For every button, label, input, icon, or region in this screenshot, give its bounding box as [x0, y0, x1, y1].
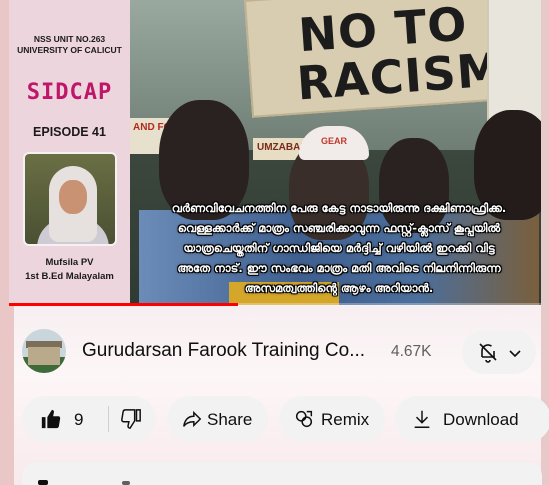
subscriber-count: 4.67K: [391, 343, 432, 360]
cap-text: GEAR: [321, 136, 348, 146]
share-arrow-icon: [183, 410, 202, 428]
org-line1: NSS UNIT NO.263: [33, 34, 106, 44]
like-divider: [108, 406, 109, 432]
thumbs-up-icon[interactable]: [40, 408, 62, 430]
channel-row: Gurudarsan Farook Training Co... 4.67K: [22, 328, 542, 378]
like-count[interactable]: 9: [74, 410, 83, 430]
protest-sign: NO TO RACISM!: [244, 0, 527, 118]
download-label: Download: [443, 410, 519, 429]
video-player[interactable]: NO TO RACISM! AND FOR UMZABALAZO GEAR വർ…: [9, 0, 541, 305]
remix-button[interactable]: Remix: [279, 396, 385, 442]
remix-label: Remix: [321, 410, 370, 429]
presenter-name: Mufsila PV: [45, 257, 94, 268]
video-progress-bar[interactable]: [9, 303, 541, 306]
remix-icon: [295, 410, 313, 428]
caption-line: വർണവിവേചനത്തിന പേരു കേട്ട നാടായിരുന്നു ദ…: [171, 201, 507, 215]
comments-icon: [38, 480, 48, 485]
comments-section[interactable]: [22, 462, 542, 485]
presenter-info: Mufsila PV 1st B.Ed Malayalam: [9, 256, 130, 284]
caption-line: അസമത്വത്തിന്റെ ആഴം അറിയാൻ.: [244, 281, 434, 295]
like-dislike-group: 9: [22, 396, 156, 442]
thumbs-down-icon[interactable]: [120, 408, 142, 430]
download-button[interactable]: Download: [395, 396, 549, 442]
subscription-notifications-button[interactable]: [462, 330, 536, 374]
caption-line: വെള്ളക്കാർക്ക് മാത്രം സഞ്ചരിക്കാവുന്ന ഫസ…: [177, 221, 501, 235]
comments-preview: [122, 481, 130, 485]
caption-line: യാത്രചെയ്തതിന് ഗാന്ധിജിയെ മർദ്ദിച്ച് വഴി…: [183, 241, 495, 255]
bell-off-icon: [479, 343, 497, 363]
video-caption: വർണവിവേചനത്തിന പേരു കേട്ട നാടായിരുന്നു ദ…: [129, 198, 541, 298]
video-progress-fill: [9, 303, 238, 306]
chevron-down-icon: [509, 350, 521, 358]
channel-avatar[interactable]: [22, 329, 66, 373]
avatar-building: [28, 347, 60, 365]
share-label: Share: [207, 410, 253, 429]
share-button[interactable]: Share: [167, 396, 268, 442]
presenter-photo: [23, 152, 117, 246]
channel-name[interactable]: Gurudarsan Farook Training Co...: [82, 340, 365, 362]
episode-panel: NSS UNIT NO.263 UNIVERSITY OF CALICUT SI…: [9, 0, 130, 305]
presenter-class: 1st B.Ed Malayalam: [25, 271, 114, 282]
photo-face: [59, 180, 87, 214]
org-line2: UNIVERSITY OF CALICUT: [17, 45, 122, 55]
episode-label: EPISODE 41: [33, 125, 106, 139]
download-icon: [414, 410, 430, 428]
series-logo: SIDCAP: [26, 80, 113, 105]
org-title: NSS UNIT NO.263 UNIVERSITY OF CALICUT: [9, 34, 130, 56]
caption-line: അതേ നാട്. ഈ സംഭവം മാത്രം മതി അവിടെ നിലനി…: [177, 261, 501, 275]
video-actions: 9 Share Remix Download: [22, 396, 549, 442]
